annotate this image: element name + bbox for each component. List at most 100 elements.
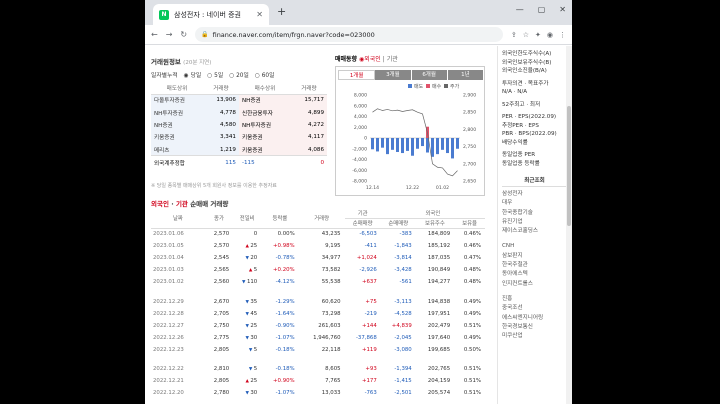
maximize-button[interactable]: ▢ bbox=[538, 5, 546, 14]
tab-1year[interactable]: 1년 bbox=[447, 70, 484, 80]
share-icon[interactable]: ⇪ bbox=[511, 31, 517, 39]
trend-chart-box: 매매동향 ◉외국인 | 기관 1개월 3개월 6개월 1년 매도 매수 주가 8,00… bbox=[335, 54, 485, 196]
chart-panel: 1개월 3개월 6개월 1년 매도 매수 주가 8,000 6,000 4,000 2,00… bbox=[335, 66, 485, 196]
broker-row: NH증권 4,580 NH투자증권 4,272 bbox=[151, 118, 327, 132]
broker-buy-name[interactable]: 신한금융투자 bbox=[238, 106, 291, 119]
bookmark-star-icon[interactable]: ☆ bbox=[523, 31, 529, 39]
net-trade-title: 외국인 · 기관 순매매 거래량 bbox=[151, 200, 229, 208]
legend-foreign-label: 외국인 bbox=[364, 56, 381, 63]
net-title-foreign: 외국인 bbox=[151, 200, 169, 208]
tab-1month[interactable]: 1개월 bbox=[338, 70, 376, 80]
y-tick-label: 2,000 bbox=[354, 125, 367, 131]
recent-item[interactable]: 미쿠산업 bbox=[502, 332, 567, 341]
industry-group: 동일업종 PER 동일업종 등락률 bbox=[502, 151, 567, 168]
recent-item[interactable]: 유진기업 bbox=[502, 218, 567, 227]
bar-sell bbox=[421, 138, 424, 147]
legend-inst[interactable]: | 기관 bbox=[383, 56, 398, 63]
broker-buy-name[interactable]: 키움증권 bbox=[238, 143, 291, 156]
chart-header: 매매동향 ◉외국인 | 기관 bbox=[335, 54, 485, 63]
bar-sell bbox=[411, 138, 414, 156]
address-bar[interactable]: 🔒 finance.naver.com/item/frgn.naver?code… bbox=[195, 27, 503, 42]
broker-buy-name[interactable]: NH증권 bbox=[238, 94, 291, 107]
cell-change: ▼ 30 bbox=[233, 332, 261, 344]
recent-item[interactable]: 대우 bbox=[502, 199, 567, 208]
broker-buy-name[interactable]: NH투자증권 bbox=[238, 118, 291, 132]
reload-icon[interactable]: ↻ bbox=[180, 30, 187, 39]
extensions-icon[interactable]: ✦ bbox=[535, 31, 541, 39]
recent-item[interactable]: 에스씨엔지니어링 bbox=[502, 314, 567, 323]
cell-close: 2,545 bbox=[213, 255, 230, 262]
title-bar: N 삼성전자 : 네이버 증권 ✕ + — ▢ ✕ bbox=[145, 0, 572, 25]
recent-item[interactable]: CNH bbox=[502, 242, 567, 251]
scrollbar[interactable] bbox=[566, 46, 572, 404]
cell-date: 2023.01.03 bbox=[153, 267, 184, 274]
per-group: PER · EPS(2022.09) 추정PER · EPS PBR · BPS(2… bbox=[502, 113, 567, 147]
foreign-mid: -115 bbox=[238, 155, 291, 170]
cell-ratio: 0.51% bbox=[463, 322, 481, 329]
recent-item[interactable]: 한국경보통신 bbox=[502, 323, 567, 332]
cell-inst: -219 bbox=[364, 310, 377, 317]
broker-sell-name[interactable]: NH증권 bbox=[151, 118, 203, 132]
recent-item[interactable]: 한국종합기술 bbox=[502, 209, 567, 218]
broker-sell-name[interactable]: 키움증권 bbox=[151, 131, 203, 144]
cell-hold: 199,685 bbox=[427, 346, 451, 353]
cell-volume: 73,582 bbox=[321, 267, 341, 274]
cell-volume: 55,538 bbox=[321, 279, 341, 286]
forward-icon[interactable]: → bbox=[166, 30, 173, 39]
cell-close: 2,810 bbox=[213, 365, 230, 372]
cell-foreign: -2,501 bbox=[394, 390, 412, 397]
radio-5day[interactable]: ○ 5일 bbox=[207, 70, 223, 79]
recent-item[interactable]: 삼성전자 bbox=[502, 190, 567, 199]
col-volume: 거래량 bbox=[202, 83, 239, 95]
recent-item[interactable]: 한국주철관 bbox=[502, 261, 567, 270]
radio-today[interactable]: ◉ 당일 bbox=[184, 70, 202, 79]
broker-sell-volume: 1,219 bbox=[202, 143, 239, 156]
recent-item[interactable]: 제이스코홀딩스 bbox=[502, 227, 567, 236]
y2-tick-label: 2,800 bbox=[463, 127, 476, 133]
broker-sell-name[interactable]: 메리츠 bbox=[151, 143, 203, 156]
legend-foreign[interactable]: ◉외국인 bbox=[359, 56, 381, 63]
close-window-button[interactable]: ✕ bbox=[559, 5, 566, 14]
scroll-thumb[interactable] bbox=[567, 106, 571, 226]
change-value: 30 bbox=[250, 390, 258, 397]
cell-volume: 8,605 bbox=[325, 365, 341, 372]
tab-3month[interactable]: 3개월 bbox=[375, 70, 412, 80]
cell-inst: +637 bbox=[361, 279, 377, 286]
cell-volume: 261,603 bbox=[318, 322, 341, 329]
back-icon[interactable]: ← bbox=[151, 30, 158, 39]
bar-sell bbox=[431, 138, 434, 157]
recent-item[interactable]: 진흥 bbox=[502, 295, 567, 304]
profile-icon[interactable]: ◉ bbox=[547, 31, 553, 39]
tab-6month[interactable]: 6개월 bbox=[411, 70, 448, 80]
row-spacer bbox=[151, 356, 485, 363]
cell-ratio: 0.48% bbox=[463, 267, 481, 274]
radio-60day[interactable]: ○ 60일 bbox=[255, 70, 275, 79]
table-row: 2022.12.21 2,805 ▲ 25 +0.90% 7,765 +177 -1,415… bbox=[151, 375, 485, 387]
foreign-label: 외국계추정합 bbox=[151, 155, 203, 170]
cell-change: ▼ 30 bbox=[233, 387, 261, 399]
recent-item[interactable]: 동아에스텍 bbox=[502, 270, 567, 279]
legend-label: 주가 bbox=[450, 83, 460, 90]
broker-buy-name[interactable]: 키움증권 bbox=[238, 131, 291, 144]
recent-item[interactable]: 삼보판지 bbox=[502, 252, 567, 261]
cell-close: 2,560 bbox=[213, 279, 230, 286]
new-tab-button[interactable]: + bbox=[277, 5, 286, 18]
trade-subtitle: (20분 지연) bbox=[183, 60, 212, 66]
cell-rate: -1.29% bbox=[275, 298, 295, 305]
cell-inst: +75 bbox=[365, 298, 377, 305]
broker-sell-name[interactable]: NH투자증권 bbox=[151, 106, 203, 119]
radio-20day[interactable]: ○ 20일 bbox=[229, 70, 249, 79]
y-tick-label: 6,000 bbox=[354, 103, 367, 109]
menu-icon[interactable]: ⋮ bbox=[559, 31, 566, 39]
browser-tab[interactable]: N 삼성전자 : 네이버 증권 ✕ bbox=[153, 4, 269, 25]
broker-sell-name[interactable]: 다올투자증권 bbox=[151, 94, 203, 107]
recent-item[interactable]: 인지컨트롤스 bbox=[502, 280, 567, 289]
table-row: 2022.12.29 2,670 ▼ 35 -1.29% 60,620 +75 -3,113… bbox=[151, 295, 485, 307]
recent-item[interactable]: 중국조선 bbox=[502, 304, 567, 313]
cell-hold: 194,277 bbox=[427, 279, 451, 286]
radio-label: 60일 bbox=[261, 73, 275, 79]
cell-ratio: 0.51% bbox=[463, 365, 481, 372]
price-line bbox=[372, 108, 458, 177]
minimize-button[interactable]: — bbox=[516, 5, 524, 14]
tab-close-icon[interactable]: ✕ bbox=[256, 10, 263, 19]
